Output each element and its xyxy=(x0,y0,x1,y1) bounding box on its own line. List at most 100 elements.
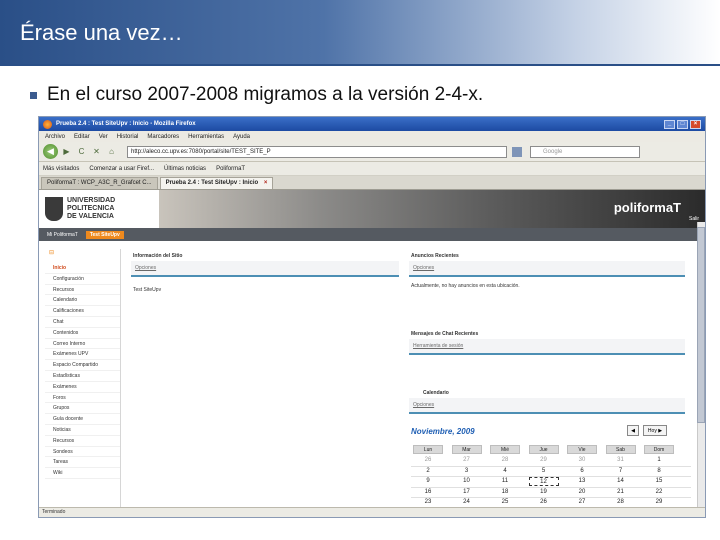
tool-examenes[interactable]: Exámenes xyxy=(45,382,120,393)
calendar-day[interactable]: 5 xyxy=(529,467,559,476)
calendar-day[interactable]: 21 xyxy=(606,488,636,497)
tool-examenes-upv[interactable]: Exámenes UPV xyxy=(45,349,120,361)
tool-calendario[interactable]: Calendario xyxy=(45,295,120,307)
bookmark-mas-visitados[interactable]: Más visitados xyxy=(43,166,79,172)
slide-divider xyxy=(0,64,720,66)
menu-archivo[interactable]: Archivo xyxy=(45,134,65,140)
menu-ver[interactable]: Ver xyxy=(99,134,108,140)
calendar-day[interactable]: 14 xyxy=(606,477,636,486)
calendar-day[interactable]: 2 xyxy=(413,467,443,476)
calendar-day[interactable]: 28 xyxy=(490,456,520,465)
chat-title: Mensajes de Chat Recientes xyxy=(411,331,479,337)
minimize-button[interactable]: _ xyxy=(664,119,675,129)
calendar-day[interactable]: 25 xyxy=(490,498,520,507)
tab-prueba[interactable]: Prueba 2.4 : Test SiteUpv : Inicio × xyxy=(159,177,274,189)
tool-menu: ⊟ Inicio Configuración Recursos Calendar… xyxy=(45,249,121,511)
tab-grafcet[interactable]: PoliformaT : WCP_A3C_R_Grafcet C... xyxy=(41,177,158,189)
bookmark-comenzar[interactable]: Comenzar a usar Firef... xyxy=(89,166,154,172)
calendar-options-link[interactable]: Opciones xyxy=(413,402,434,408)
calendar-day[interactable]: 20 xyxy=(567,488,597,497)
close-window-button[interactable]: × xyxy=(690,119,701,129)
menu-ayuda[interactable]: Ayuda xyxy=(233,134,250,140)
calendar-day[interactable]: 1 xyxy=(644,456,674,465)
calendar-day[interactable]: 11 xyxy=(490,477,520,486)
tool-estadisticas[interactable]: Estadísticas xyxy=(45,371,120,382)
page-icon[interactable] xyxy=(512,146,522,157)
calendar-day[interactable]: 28 xyxy=(606,498,636,507)
search-input[interactable]: Google xyxy=(530,145,640,158)
calendar-today-button[interactable]: Hoy ▶ xyxy=(643,425,667,436)
forward-button[interactable]: ▶ xyxy=(61,146,72,157)
calendar-day[interactable]: 16 xyxy=(413,488,443,497)
url-input[interactable]: http://aleco.cc.upv.es:7080/portal/site/… xyxy=(127,145,507,158)
tool-espacio-compartido[interactable]: Espacio Compartido xyxy=(45,360,120,371)
page-scrollbar-thumb[interactable] xyxy=(697,227,705,423)
menu-historial[interactable]: Historial xyxy=(117,134,139,140)
calendar-day[interactable]: 27 xyxy=(452,456,482,465)
tool-correo-interno[interactable]: Correo Interno xyxy=(45,339,120,350)
tool-sondeos[interactable]: Sondeos xyxy=(45,447,120,458)
tool-contenidos[interactable]: Contenidos xyxy=(45,328,120,339)
upv-logo[interactable]: UNIVERSIDAD POLITECNICA DE VALENCIA xyxy=(39,190,159,228)
tool-inicio[interactable]: Inicio xyxy=(45,263,120,274)
calendar-day[interactable]: 6 xyxy=(567,467,597,476)
calendar-prev-button[interactable]: ◀ xyxy=(627,425,639,436)
home-button[interactable]: ⌂ xyxy=(106,146,117,157)
bookmark-poliformat[interactable]: PoliformaT xyxy=(216,166,245,172)
calendar-day[interactable]: 29 xyxy=(529,456,559,465)
menu-marcadores[interactable]: Marcadores xyxy=(147,134,179,140)
tool-chat[interactable]: Chat xyxy=(45,317,120,328)
info-options-link[interactable]: Opciones xyxy=(135,265,156,271)
site-tab-test-siteupv[interactable]: Test SiteUpv xyxy=(85,230,124,239)
tool-wiki[interactable]: Wiki xyxy=(45,468,120,479)
calendar-day[interactable]: 8 xyxy=(644,467,674,476)
back-button[interactable]: ◀ xyxy=(43,144,58,159)
menu-editar[interactable]: Editar xyxy=(74,134,90,140)
calendar-day[interactable]: 19 xyxy=(529,488,559,497)
calendar-day[interactable]: 17 xyxy=(452,488,482,497)
announcements-text: Actualmente, no hay anuncios en esta ubi… xyxy=(411,283,520,289)
calendar-day[interactable]: 15 xyxy=(644,477,674,486)
bookmark-ultimas-noticias[interactable]: Últimas noticias xyxy=(164,166,206,172)
tool-noticias[interactable]: Noticias xyxy=(45,425,120,436)
browser-window: Prueba 2.4 : Test SiteUpv : Inicio - Moz… xyxy=(38,116,706,518)
logo-line: POLITECNICA xyxy=(67,205,115,212)
calendar-day-header: Vie xyxy=(567,445,597,454)
tool-configuracion[interactable]: Configuración xyxy=(45,274,120,285)
calendar-day[interactable]: 23 xyxy=(413,498,443,507)
calendar-day[interactable]: 27 xyxy=(567,498,597,507)
calendar-day[interactable]: 30 xyxy=(567,456,597,465)
tool-tareas[interactable]: Tareas xyxy=(45,457,120,469)
collapse-menu-icon[interactable]: ⊟ xyxy=(45,249,120,263)
calendar-day[interactable]: 26 xyxy=(529,498,559,507)
chat-options-link[interactable]: Herramienta de sesión xyxy=(413,343,463,349)
stop-button[interactable]: ✕ xyxy=(91,146,102,157)
calendar-day[interactable]: 18 xyxy=(490,488,520,497)
calendar-day[interactable]: 7 xyxy=(606,467,636,476)
tool-recursos[interactable]: Recursos xyxy=(45,285,120,296)
tool-calificaciones[interactable]: Calificaciones xyxy=(45,306,120,317)
calendar-day[interactable]: 3 xyxy=(452,467,482,476)
calendar-day[interactable]: 13 xyxy=(567,477,597,486)
calendar-day[interactable]: 24 xyxy=(452,498,482,507)
menu-herramientas[interactable]: Herramientas xyxy=(188,134,224,140)
poliformat-brand: poliformaT xyxy=(613,200,681,215)
calendar-day[interactable]: 29 xyxy=(644,498,674,507)
calendar-day[interactable]: 22 xyxy=(644,488,674,497)
calendar-day[interactable]: 31 xyxy=(606,456,636,465)
maximize-button[interactable]: □ xyxy=(677,119,688,129)
reload-button[interactable]: C xyxy=(76,146,87,157)
calendar-day[interactable]: 9 xyxy=(413,477,443,486)
calendar-day[interactable]: 4 xyxy=(490,467,520,476)
calendar-day[interactable]: 10 xyxy=(452,477,482,486)
announcements-options-link[interactable]: Opciones xyxy=(413,265,434,271)
tool-guia-docente[interactable]: Guía docente xyxy=(45,414,120,425)
calendar-day[interactable]: 26 xyxy=(413,456,443,465)
tool-foros[interactable]: Foros xyxy=(45,393,120,404)
calendar-day[interactable]: 12 xyxy=(528,477,559,486)
header-banner: poliformaT Salir xyxy=(159,190,705,228)
tool-grupos[interactable]: Grupos xyxy=(45,403,120,415)
tool-recursos-2[interactable]: Recursos xyxy=(45,436,120,447)
close-tab-icon[interactable]: × xyxy=(264,180,268,186)
site-tab-mi-poliformat[interactable]: Mi PoliformaT xyxy=(43,231,82,239)
